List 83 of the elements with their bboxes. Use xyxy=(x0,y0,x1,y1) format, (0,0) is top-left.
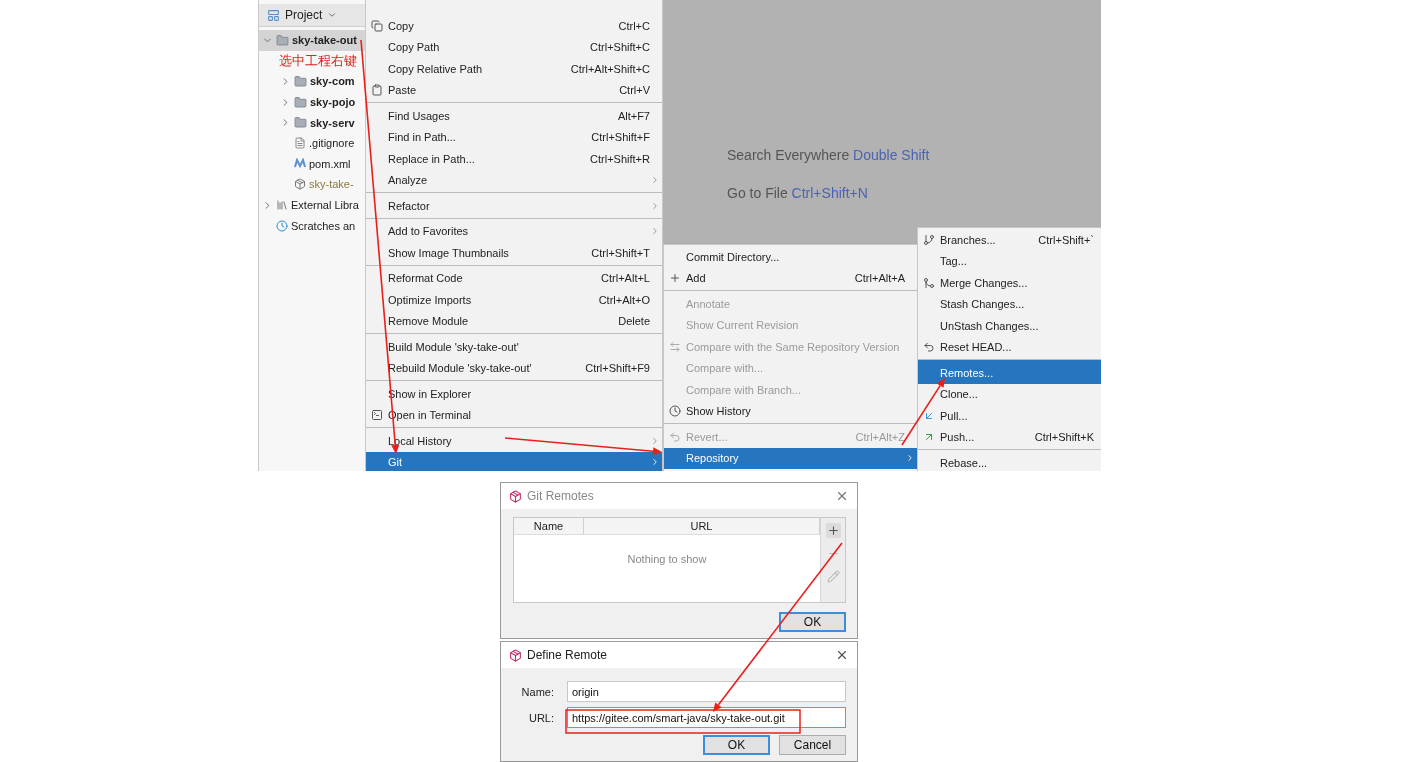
menu-item[interactable]: Remotes... xyxy=(918,359,1101,384)
menu-item[interactable]: Add Ctrl+Alt+A xyxy=(664,267,917,289)
file-icon xyxy=(294,137,306,150)
menu-item[interactable]: Commit Directory... xyxy=(664,246,917,268)
merge-icon xyxy=(923,276,935,289)
panel-header[interactable]: Project xyxy=(259,4,365,27)
field-label: Name: xyxy=(520,685,554,698)
folder-icon xyxy=(276,33,289,47)
tree-item[interactable]: sky-pojo xyxy=(259,91,365,113)
menu-item[interactable]: Pull... xyxy=(918,405,1101,427)
menu-item[interactable]: Rebase... xyxy=(918,449,1101,471)
branch-icon xyxy=(923,233,935,246)
clock-icon xyxy=(669,405,681,418)
undo-icon xyxy=(923,341,935,354)
menu-item[interactable]: Copy Ctrl+C xyxy=(366,15,662,37)
menu-item[interactable]: Repository xyxy=(664,447,917,469)
tree-item[interactable]: pom.xml xyxy=(259,153,365,175)
menu-item[interactable]: Stash Changes... xyxy=(918,293,1101,315)
app-icon xyxy=(509,648,522,662)
menu-item[interactable]: UnStash Changes... xyxy=(918,315,1101,337)
clipboard-icon xyxy=(371,84,383,97)
tree-item[interactable]: .gitignore xyxy=(259,132,365,154)
menu-item[interactable]: Remove Module Delete xyxy=(366,310,662,332)
pencil-icon xyxy=(826,570,840,583)
plus-icon xyxy=(669,272,681,285)
menu-item[interactable]: Show Image Thumbnails Ctrl+Shift+T xyxy=(366,242,662,264)
plus-icon xyxy=(826,524,840,537)
panel-icon xyxy=(267,8,280,22)
library-icon xyxy=(276,199,288,212)
tree-item[interactable]: External Libra xyxy=(259,194,365,216)
arrows-icon xyxy=(669,340,681,353)
menu-item[interactable]: Copy Path Ctrl+Shift+C xyxy=(366,36,662,58)
menu-item[interactable]: Analyze xyxy=(366,169,662,191)
menu-item[interactable]: Find Usages Alt+F7 xyxy=(366,102,662,127)
editor-hint: Go to File Ctrl+Shift+N xyxy=(727,185,869,201)
menu-item[interactable]: Merge Changes... xyxy=(918,272,1101,294)
menu-item[interactable]: Reformat Code Ctrl+Alt+L xyxy=(366,264,662,289)
menu-item[interactable]: Find in Path... Ctrl+Shift+F xyxy=(366,126,662,148)
dialog-title: Git Remotes xyxy=(527,489,595,503)
tree-item[interactable]: sky-take-out xyxy=(259,30,365,51)
tree-item[interactable]: sky-serv xyxy=(259,112,365,133)
menu-item[interactable]: Optimize Imports Ctrl+Alt+O xyxy=(366,289,662,311)
column-header[interactable]: Name xyxy=(514,518,584,534)
tree-item[interactable]: sky-take- xyxy=(259,174,365,195)
dropdown-icon xyxy=(327,10,338,20)
undo-icon xyxy=(669,430,681,443)
menu-item[interactable]: Reset HEAD... xyxy=(918,336,1101,358)
menu-item[interactable]: Copy Relative Path Ctrl+Alt+Shift+C xyxy=(366,58,662,80)
dialog-title: Define Remote xyxy=(527,648,609,662)
menu-item[interactable]: Show History xyxy=(664,400,917,422)
terminal-icon xyxy=(371,409,383,422)
folder-icon xyxy=(294,75,307,88)
menu-item[interactable]: Tag... xyxy=(918,250,1101,272)
editor-hint: Search Everywhere Double Shift xyxy=(727,147,931,163)
toolbar-button[interactable] xyxy=(825,523,841,538)
scratches-icon xyxy=(276,219,288,232)
dialog-button[interactable]: OK xyxy=(703,735,770,755)
menu-item[interactable]: Replace in Path... Ctrl+Shift+R xyxy=(366,148,662,170)
tree-item[interactable]: Scratches an xyxy=(259,215,365,236)
menu-item[interactable]: Git xyxy=(366,451,662,471)
menu-item[interactable]: Add to Favorites xyxy=(366,217,662,242)
input-field[interactable]: https://gitee.com/smart-java/sky-take-out.git xyxy=(567,707,846,728)
close-icon[interactable] xyxy=(835,648,849,662)
app-icon xyxy=(509,489,522,503)
ok-button[interactable]: OK xyxy=(779,612,846,632)
menu-item[interactable]: Paste Ctrl+V xyxy=(366,79,662,101)
input-field[interactable]: origin xyxy=(567,681,846,702)
tree-item[interactable]: sky-com xyxy=(259,71,365,92)
folder-icon xyxy=(294,95,307,109)
empty-text: Nothing to show xyxy=(627,553,707,567)
menu-item[interactable]: Branches... Ctrl+Shift+` xyxy=(918,229,1101,251)
archive-icon xyxy=(294,178,306,191)
copy-icon xyxy=(371,19,383,32)
menu-item[interactable]: Refactor xyxy=(366,192,662,217)
folder-icon xyxy=(294,116,307,130)
menu-item[interactable]: Build Module 'sky-take-out' xyxy=(366,333,662,358)
menu-item[interactable]: Clone... xyxy=(918,383,1101,405)
annotation-label: 选中工程右键 xyxy=(278,51,358,70)
close-icon[interactable] xyxy=(835,489,849,503)
field-label: URL: xyxy=(527,711,554,724)
menu-item[interactable]: Rebuild Module 'sky-take-out' Ctrl+Shift+F9 xyxy=(366,357,662,379)
dialog-button[interactable]: Cancel xyxy=(779,735,846,755)
menu-item[interactable]: Push... Ctrl+Shift+K xyxy=(918,426,1101,448)
